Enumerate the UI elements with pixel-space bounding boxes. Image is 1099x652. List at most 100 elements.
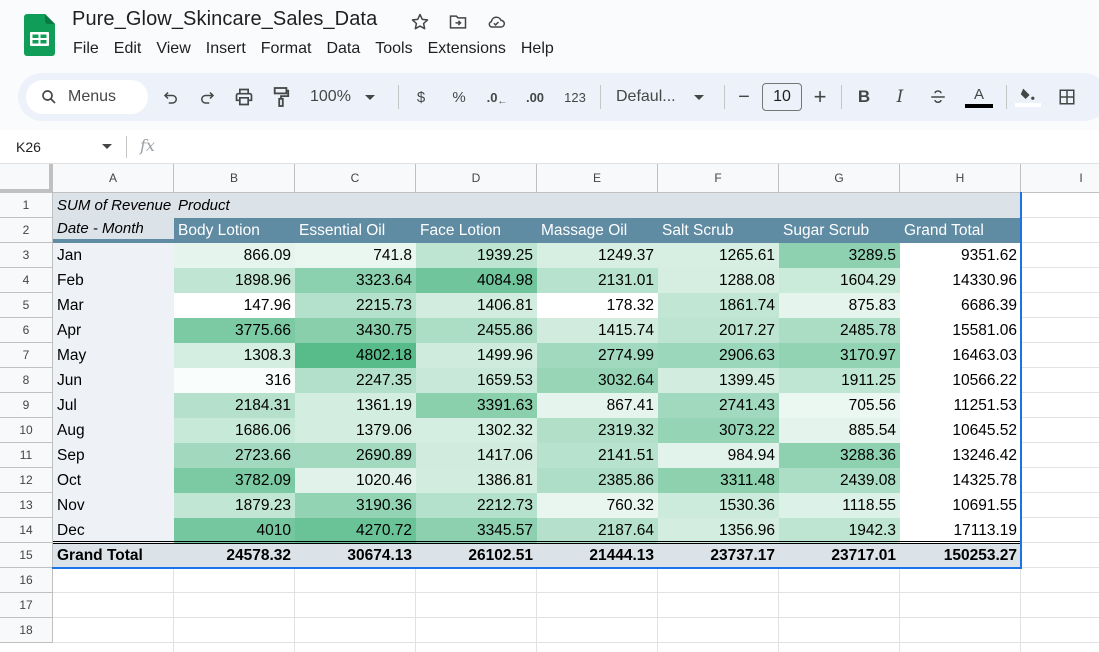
value-cell[interactable]: 2690.89 — [295, 443, 416, 468]
row-header-1[interactable]: 1 — [0, 193, 53, 218]
value-cell[interactable]: 3032.64 — [537, 368, 658, 393]
value-cell[interactable]: 2215.73 — [295, 293, 416, 318]
chevron-down-icon[interactable] — [102, 144, 112, 149]
row-grand-total-cell[interactable]: 10691.55 — [900, 493, 1021, 518]
month-label-feb[interactable]: Feb — [53, 268, 174, 293]
product-header-massage-oil[interactable]: Massage Oil — [537, 218, 658, 243]
value-cell[interactable]: 2455.86 — [416, 318, 537, 343]
value-cell[interactable]: 1118.55 — [779, 493, 900, 518]
row-header-16[interactable]: 16 — [0, 568, 53, 593]
column-header-h[interactable]: H — [900, 164, 1021, 193]
row-header-18[interactable]: 18 — [0, 618, 53, 643]
product-header-face-lotion[interactable]: Face Lotion — [416, 218, 537, 243]
zoom-select[interactable]: 100% — [310, 85, 380, 109]
value-cell[interactable]: 1415.74 — [537, 318, 658, 343]
row-grand-total-cell[interactable]: 14325.78 — [900, 468, 1021, 493]
grand-total-cell[interactable]: 30674.13 — [295, 543, 416, 568]
decrease-decimal-button[interactable]: .0 ← — [484, 85, 510, 109]
value-cell[interactable]: 1265.61 — [658, 243, 779, 268]
value-cell[interactable]: 1399.45 — [658, 368, 779, 393]
value-cell[interactable]: 1386.81 — [416, 468, 537, 493]
value-cell[interactable]: 2187.64 — [537, 518, 658, 543]
value-cell[interactable]: 3345.57 — [416, 518, 537, 543]
paint-format-button[interactable] — [270, 85, 292, 109]
month-label-nov[interactable]: Nov — [53, 493, 174, 518]
value-cell[interactable]: 4802.18 — [295, 343, 416, 368]
value-cell[interactable]: 3288.36 — [779, 443, 900, 468]
value-cell[interactable]: 1020.46 — [295, 468, 416, 493]
value-cell[interactable]: 3782.09 — [174, 468, 295, 493]
column-header-e[interactable]: E — [537, 164, 658, 193]
row-header-2[interactable]: 2 — [0, 218, 53, 243]
grand-total-cell[interactable]: 23737.17 — [658, 543, 779, 568]
row-header-11[interactable]: 11 — [0, 443, 53, 468]
pivot-row-field[interactable]: Date - Month — [53, 218, 174, 243]
value-cell[interactable]: 705.56 — [779, 393, 900, 418]
product-header-essential-oil[interactable]: Essential Oil — [295, 218, 416, 243]
text-color-button[interactable]: A — [964, 85, 994, 109]
print-button[interactable] — [232, 85, 256, 109]
value-cell[interactable]: 2741.43 — [658, 393, 779, 418]
value-cell[interactable]: 316 — [174, 368, 295, 393]
row-grand-total-cell[interactable]: 13246.42 — [900, 443, 1021, 468]
number-format-button[interactable]: 123 — [562, 85, 588, 109]
value-cell[interactable]: 1356.96 — [658, 518, 779, 543]
font-size-input[interactable]: 10 — [762, 83, 802, 111]
value-cell[interactable]: 2184.31 — [174, 393, 295, 418]
column-header-b[interactable]: B — [174, 164, 295, 193]
value-cell[interactable]: 3430.75 — [295, 318, 416, 343]
menu-tools[interactable]: Tools — [375, 40, 412, 58]
row-header-15[interactable]: 15 — [0, 543, 53, 568]
fill-color-button[interactable] — [1014, 85, 1042, 109]
row-grand-total-cell[interactable]: 9351.62 — [900, 243, 1021, 268]
month-label-jan[interactable]: Jan — [53, 243, 174, 268]
name-box[interactable]: K26 — [16, 139, 41, 155]
column-header-f[interactable]: F — [658, 164, 779, 193]
value-cell[interactable]: 2439.08 — [779, 468, 900, 493]
product-header-sugar-scrub[interactable]: Sugar Scrub — [779, 218, 900, 243]
value-cell[interactable]: 1604.29 — [779, 268, 900, 293]
borders-button[interactable] — [1056, 85, 1078, 109]
value-cell[interactable]: 2723.66 — [174, 443, 295, 468]
month-label-dec[interactable]: Dec — [53, 518, 174, 543]
grand-total-cell[interactable]: 24578.32 — [174, 543, 295, 568]
percent-format-button[interactable]: % — [448, 85, 470, 109]
row-grand-total-cell[interactable]: 16463.03 — [900, 343, 1021, 368]
cloud-saved-icon[interactable] — [484, 10, 508, 34]
month-label-oct[interactable]: Oct — [53, 468, 174, 493]
product-header-salt-scrub[interactable]: Salt Scrub — [658, 218, 779, 243]
value-cell[interactable]: 1302.32 — [416, 418, 537, 443]
product-header-grand-total[interactable]: Grand Total — [900, 218, 1021, 243]
month-label-mar[interactable]: Mar — [53, 293, 174, 318]
undo-button[interactable] — [160, 85, 182, 109]
row-header-17[interactable]: 17 — [0, 593, 53, 618]
value-cell[interactable]: 2212.73 — [416, 493, 537, 518]
value-cell[interactable]: 3775.66 — [174, 318, 295, 343]
strikethrough-button[interactable] — [926, 85, 950, 109]
increase-font-size-button[interactable]: + — [810, 84, 830, 109]
menu-help[interactable]: Help — [521, 40, 554, 58]
column-header-a[interactable]: A — [53, 164, 174, 193]
row-grand-total-cell[interactable]: 14330.96 — [900, 268, 1021, 293]
value-cell[interactable]: 2774.99 — [537, 343, 658, 368]
value-cell[interactable]: 2485.78 — [779, 318, 900, 343]
value-cell[interactable]: 1911.25 — [779, 368, 900, 393]
value-cell[interactable]: 2906.63 — [658, 343, 779, 368]
value-cell[interactable]: 3289.5 — [779, 243, 900, 268]
bold-button[interactable]: B — [854, 85, 874, 109]
column-header-d[interactable]: D — [416, 164, 537, 193]
value-cell[interactable]: 3391.63 — [416, 393, 537, 418]
value-cell[interactable]: 984.94 — [658, 443, 779, 468]
value-cell[interactable]: 875.83 — [779, 293, 900, 318]
month-label-may[interactable]: May — [53, 343, 174, 368]
value-cell[interactable]: 147.96 — [174, 293, 295, 318]
menu-edit[interactable]: Edit — [114, 40, 142, 58]
month-label-jun[interactable]: Jun — [53, 368, 174, 393]
decrease-font-size-button[interactable]: − — [734, 85, 754, 109]
menus-search-button[interactable]: Menus — [26, 80, 148, 114]
document-title[interactable]: Pure_Glow_Skincare_Sales_Data — [72, 8, 377, 31]
menu-extensions[interactable]: Extensions — [428, 40, 506, 58]
grand-total-label[interactable]: Grand Total — [53, 543, 174, 568]
row-header-7[interactable]: 7 — [0, 343, 53, 368]
row-grand-total-cell[interactable]: 15581.06 — [900, 318, 1021, 343]
